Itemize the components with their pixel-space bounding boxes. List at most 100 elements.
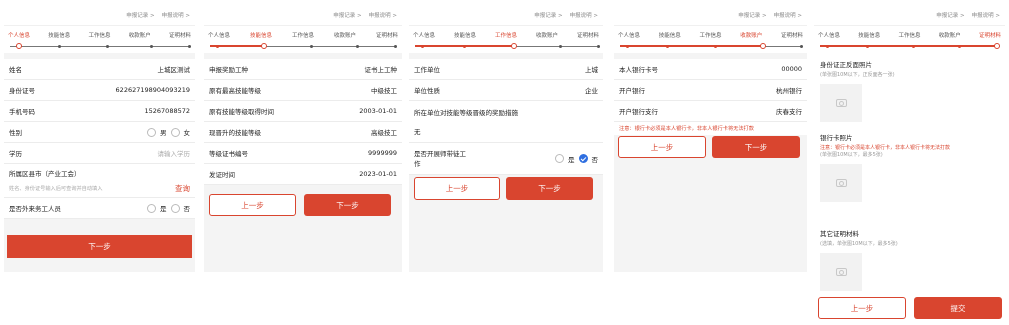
tab-personal-info[interactable]: 个人信息 bbox=[618, 31, 640, 39]
field-value[interactable]: 2023-01-01 bbox=[359, 170, 397, 178]
field-value[interactable]: 证书上工种 bbox=[365, 64, 398, 74]
field-value[interactable]: 9999999 bbox=[368, 149, 397, 157]
next-button[interactable]: 下一步 bbox=[506, 177, 593, 200]
tab-skill-info[interactable]: 技能信息 bbox=[250, 31, 272, 39]
top-links: 申报记录 > 申报说明 > bbox=[204, 4, 402, 26]
query-button[interactable]: 查询 bbox=[175, 183, 190, 194]
step-dot bbox=[511, 43, 517, 49]
record-link[interactable]: 申报记录 > bbox=[126, 11, 154, 19]
radio-label: 是 bbox=[568, 155, 575, 164]
panel-skill-info: 申报记录 > 申报说明 > 个人信息 技能信息 工作信息 收款账户 证明材料 申… bbox=[204, 4, 402, 272]
prev-button[interactable]: 上一步 bbox=[209, 194, 296, 216]
step-dot bbox=[106, 44, 109, 48]
county-input[interactable]: 姓名、身份证号输入后可查询并自动填入 bbox=[9, 185, 102, 192]
panel-proof-materials: 申报记录 > 申报说明 > 个人信息 技能信息 工作信息 收款账户 证明材料 身… bbox=[814, 4, 1005, 325]
tab-work-info[interactable]: 工作信息 bbox=[495, 31, 517, 39]
tab-bank-account[interactable]: 收款账户 bbox=[939, 31, 961, 39]
tab-skill-info[interactable]: 技能信息 bbox=[454, 31, 476, 39]
mentor-yes-radio[interactable] bbox=[555, 154, 564, 163]
tab-skill-info[interactable]: 技能信息 bbox=[858, 31, 880, 39]
guide-link[interactable]: 申报说明 > bbox=[774, 11, 802, 19]
tab-work-info[interactable]: 工作信息 bbox=[88, 31, 110, 39]
guide-link[interactable]: 申报说明 > bbox=[162, 11, 190, 19]
prev-button[interactable]: 上一步 bbox=[618, 136, 706, 158]
migrant-yes-radio[interactable] bbox=[147, 203, 156, 213]
bank-branch-field[interactable]: 庆春支行 bbox=[776, 106, 802, 116]
tab-bank-account[interactable]: 收款账户 bbox=[740, 31, 762, 39]
field-row: 原有技能等级取得时间 2003-01-01 bbox=[204, 101, 402, 122]
tab-work-info[interactable]: 工作信息 bbox=[699, 31, 721, 39]
radio-label: 否 bbox=[591, 155, 599, 164]
tab-work-info[interactable]: 工作信息 bbox=[898, 31, 920, 39]
bank-card-field[interactable]: 00000 bbox=[781, 65, 802, 73]
step-dot bbox=[559, 44, 562, 48]
tab-proof-materials[interactable]: 证明材料 bbox=[979, 31, 1001, 39]
tab-personal-info[interactable]: 个人信息 bbox=[413, 31, 435, 39]
gender-female-radio[interactable] bbox=[170, 127, 180, 137]
submit-button[interactable]: 提交 bbox=[914, 297, 1002, 319]
progress-track bbox=[413, 43, 600, 49]
prev-button[interactable]: 上一步 bbox=[818, 297, 906, 319]
field-row: 发证时间 2023-01-01 bbox=[204, 164, 402, 185]
id-number-field[interactable]: 622627198904093219 bbox=[116, 86, 190, 94]
tab-personal-info[interactable]: 个人信息 bbox=[818, 31, 840, 39]
id-photo-upload[interactable] bbox=[820, 84, 862, 122]
record-link[interactable]: 申报记录 > bbox=[738, 11, 766, 19]
record-link[interactable]: 申报记录 > bbox=[333, 11, 361, 19]
field-value[interactable]: 中级技工 bbox=[371, 85, 397, 95]
step-dot bbox=[421, 44, 424, 48]
gender-male-radio[interactable] bbox=[147, 127, 156, 137]
name-field[interactable]: 上城区测试 bbox=[158, 64, 191, 74]
record-link[interactable]: 申报记录 > bbox=[534, 11, 562, 19]
mentor-no-radio[interactable] bbox=[578, 154, 588, 163]
tab-proof-materials[interactable]: 证明材料 bbox=[376, 31, 398, 39]
tab-proof-materials[interactable]: 证明材料 bbox=[169, 31, 191, 39]
panel-bank-account: 申报记录 > 申报说明 > 个人信息 技能信息 工作信息 收款账户 证明材料 本… bbox=[614, 4, 807, 272]
tab-bank-account[interactable]: 收款账户 bbox=[334, 31, 356, 39]
migrant-no-radio[interactable] bbox=[170, 203, 180, 213]
tab-proof-materials[interactable]: 证明材料 bbox=[781, 31, 803, 39]
guide-link[interactable]: 申报说明 > bbox=[369, 11, 397, 19]
field-row: 申报奖励工种 证书上工种 bbox=[204, 59, 402, 80]
reward-row: 所在单位对技能等级晋级的奖励措施 无 bbox=[409, 101, 603, 143]
field-row: 本人银行卡号 00000 bbox=[614, 59, 807, 80]
tab-work-info[interactable]: 工作信息 bbox=[292, 31, 314, 39]
top-links: 申报记录 > 申报说明 > bbox=[4, 4, 195, 26]
prev-button[interactable]: 上一步 bbox=[414, 177, 500, 200]
tab-personal-info[interactable]: 个人信息 bbox=[208, 31, 230, 39]
bank-notice: 注意：银行卡必须是本人银行卡，非本人银行卡将无法打款 bbox=[614, 122, 807, 135]
field-row: 开户银行支行 庆春支行 bbox=[614, 101, 807, 122]
reward-field[interactable]: 无 bbox=[414, 126, 598, 136]
step-dot bbox=[626, 44, 629, 48]
guide-link[interactable]: 申报说明 > bbox=[570, 11, 598, 19]
bank-photo-upload[interactable] bbox=[820, 164, 862, 202]
unit-type-field[interactable]: 企业 bbox=[585, 85, 598, 95]
field-value[interactable]: 高级技工 bbox=[371, 127, 397, 137]
guide-link[interactable]: 申报说明 > bbox=[972, 11, 1000, 19]
name-row: 姓名 上城区测试 bbox=[4, 59, 195, 80]
tab-bank-account[interactable]: 收款账户 bbox=[536, 31, 558, 39]
tab-skill-info[interactable]: 技能信息 bbox=[48, 31, 70, 39]
tab-bank-account[interactable]: 收款账户 bbox=[129, 31, 151, 39]
field-label: 开户银行 bbox=[619, 87, 645, 95]
next-button[interactable]: 下一步 bbox=[7, 235, 192, 258]
county-row: 所属区县市（产业工会） 姓名、身份证号输入后可查询并自动填入 查询 bbox=[4, 164, 195, 198]
other-material-upload[interactable] bbox=[820, 253, 862, 291]
field-label: 工作单位 bbox=[414, 66, 440, 74]
education-input[interactable]: 请输入学历 bbox=[158, 148, 191, 158]
record-link[interactable]: 申报记录 > bbox=[936, 11, 964, 19]
step-dot bbox=[800, 44, 803, 48]
phone-field[interactable]: 15267088572 bbox=[145, 107, 191, 115]
tab-skill-info[interactable]: 技能信息 bbox=[659, 31, 681, 39]
tab-personal-info[interactable]: 个人信息 bbox=[8, 31, 30, 39]
field-value[interactable]: 2003-01-01 bbox=[359, 107, 397, 115]
bank-name-field[interactable]: 杭州银行 bbox=[776, 85, 802, 95]
camera-icon bbox=[835, 99, 847, 107]
next-button[interactable]: 下一步 bbox=[712, 136, 800, 158]
radio-label: 是 bbox=[160, 205, 167, 213]
bank-photo-title: 银行卡照片 bbox=[820, 134, 853, 142]
next-button[interactable]: 下一步 bbox=[304, 194, 391, 216]
tab-proof-materials[interactable]: 证明材料 bbox=[577, 31, 599, 39]
work-unit-field[interactable]: 上城 bbox=[585, 64, 598, 74]
id-row: 身份证号 622627198904093219 bbox=[4, 80, 195, 101]
